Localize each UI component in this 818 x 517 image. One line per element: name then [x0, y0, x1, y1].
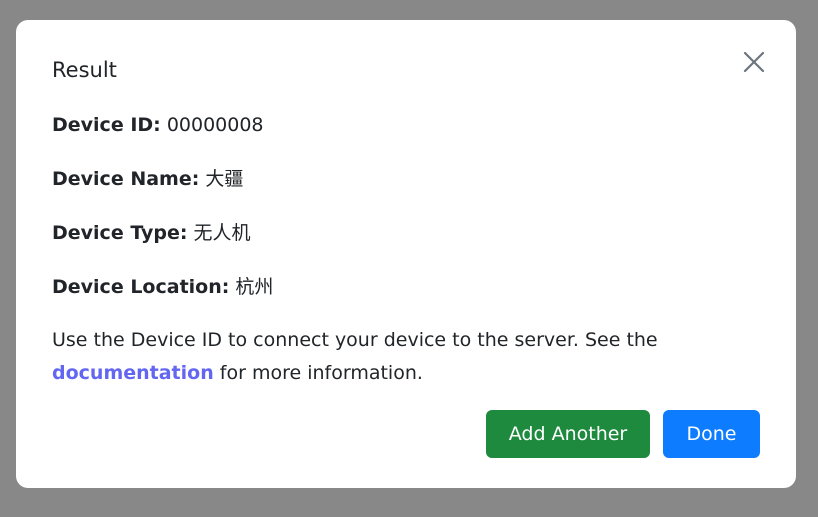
- info-text-after: for more information.: [219, 362, 423, 384]
- device-location-label: Device Location:: [52, 276, 230, 298]
- info-text: Use the Device ID to connect your device…: [52, 324, 692, 390]
- device-type-value: 无人机: [193, 222, 251, 244]
- device-type-label: Device Type:: [52, 222, 188, 244]
- add-another-button[interactable]: Add Another: [486, 410, 650, 458]
- done-button[interactable]: Done: [663, 410, 760, 458]
- device-type-row: Device Type: 无人机: [52, 220, 251, 246]
- documentation-link[interactable]: documentation: [52, 362, 214, 384]
- device-name-value: 大疆: [205, 168, 244, 190]
- device-location-row: Device Location: 杭州: [52, 274, 273, 300]
- device-id-row: Device ID: 00000008: [52, 112, 264, 138]
- device-name-row: Device Name: 大疆: [52, 166, 243, 192]
- dialog-title: Result: [52, 58, 117, 82]
- info-text-before: Use the Device ID to connect your device…: [52, 329, 658, 351]
- device-id-value: 00000008: [166, 114, 264, 136]
- device-location-value: 杭州: [235, 276, 274, 298]
- result-dialog: Result Device ID: 00000008 Device Name: …: [16, 20, 796, 488]
- device-name-label: Device Name:: [52, 168, 200, 190]
- device-id-label: Device ID:: [52, 114, 161, 136]
- close-icon[interactable]: [742, 50, 766, 74]
